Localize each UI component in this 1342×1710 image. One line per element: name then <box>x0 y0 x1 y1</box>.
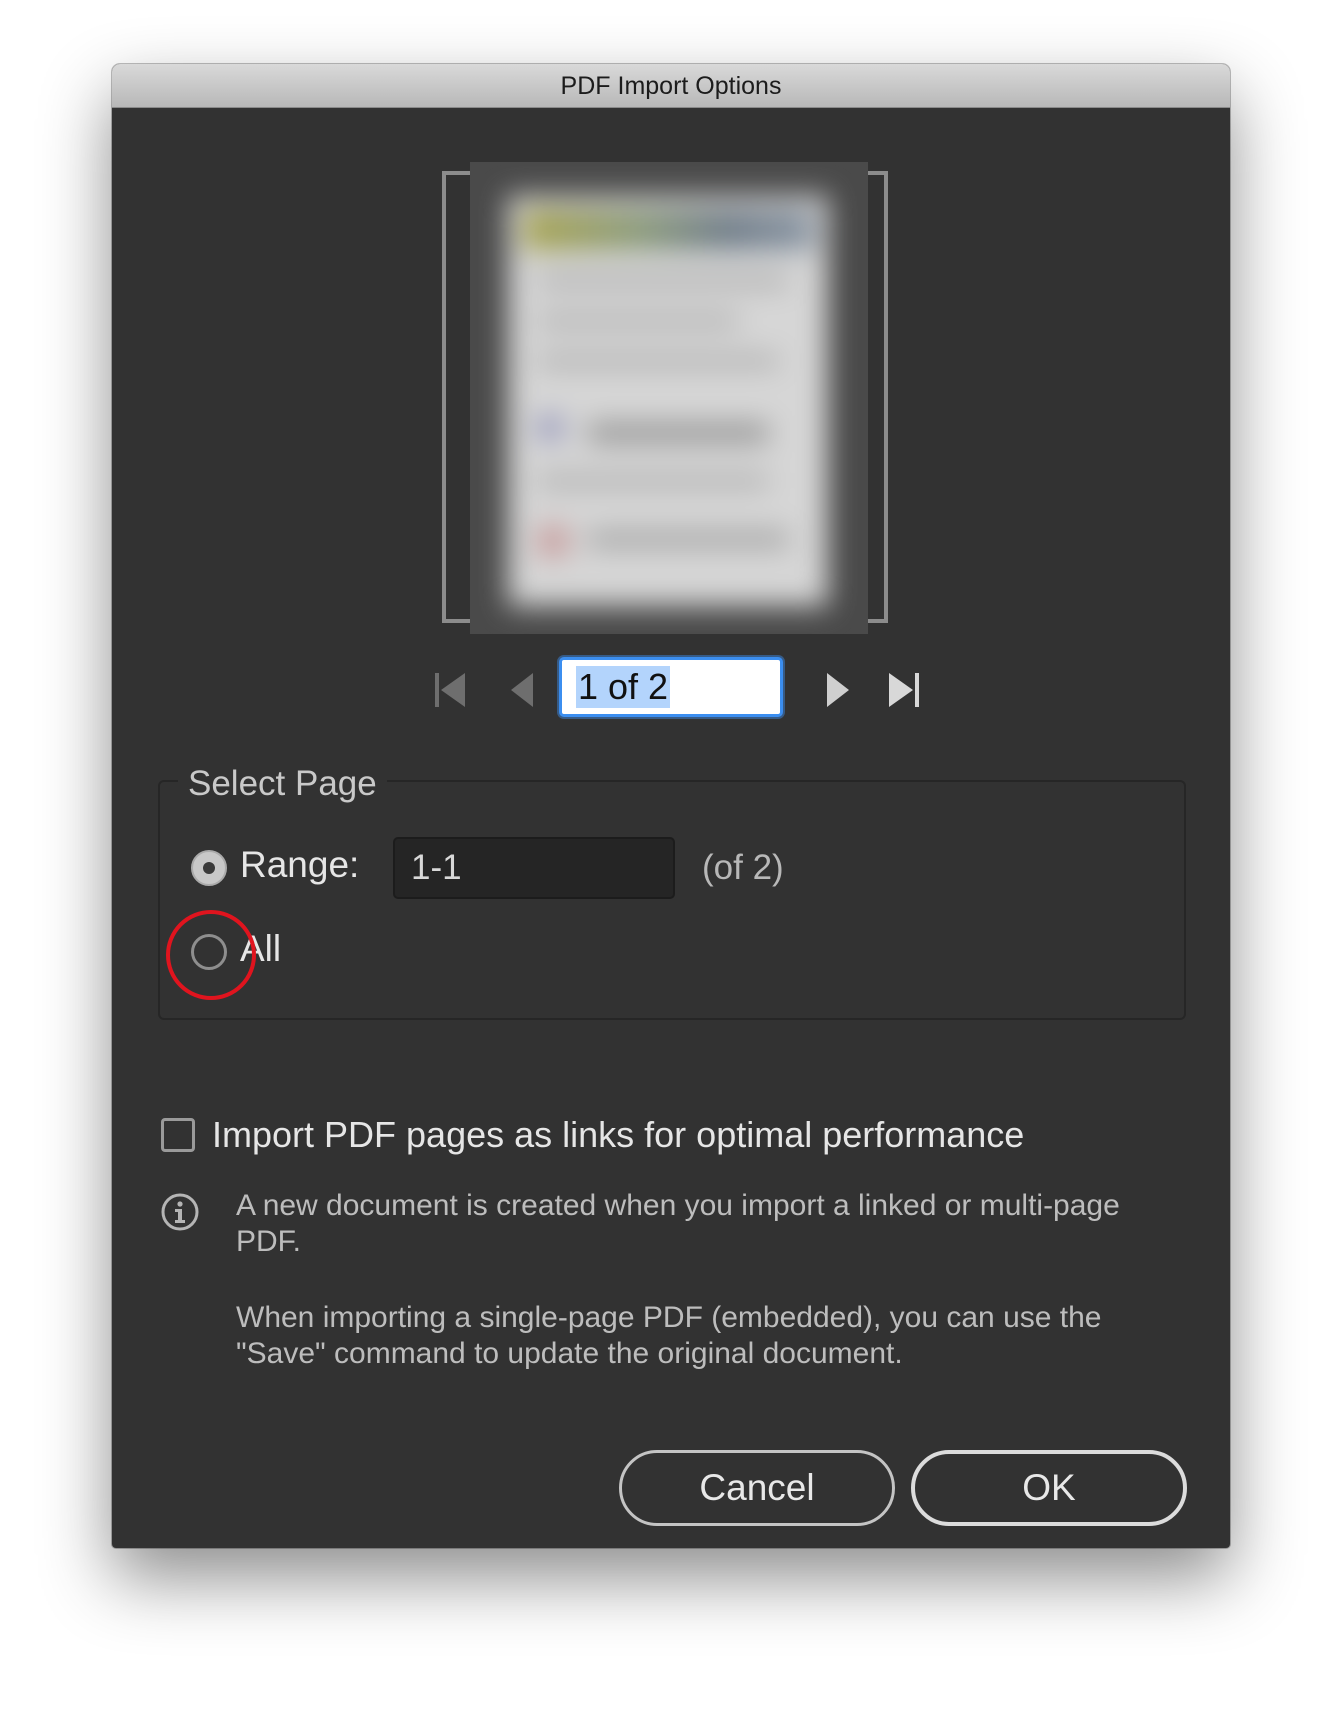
import-as-links-label: Import PDF pages as links for optimal pe… <box>212 1114 1025 1155</box>
cancel-button[interactable]: Cancel <box>619 1450 895 1526</box>
select-page-title: Select Page <box>178 764 387 804</box>
page-preview <box>470 162 868 634</box>
next-page-icon[interactable] <box>818 668 858 712</box>
info-text-multipage: A new document is created when you impor… <box>236 1189 1120 1258</box>
pdf-import-dialog: PDF Import Options 1 of 2 Select Page Ra… <box>112 64 1230 1548</box>
page-thumbnail <box>508 196 828 606</box>
range-radio[interactable] <box>191 850 227 886</box>
previous-page-icon[interactable] <box>502 668 542 712</box>
page-number-field[interactable]: 1 of 2 <box>559 657 783 717</box>
all-radio[interactable] <box>191 934 227 970</box>
range-label: Range: <box>240 844 360 885</box>
range-total: (of 2) <box>702 848 784 887</box>
dialog-title: PDF Import Options <box>112 64 1230 108</box>
all-label: All <box>240 928 282 969</box>
skip-to-last-icon[interactable] <box>884 668 924 712</box>
ok-button[interactable]: OK <box>911 1450 1187 1526</box>
skip-to-first-icon[interactable] <box>430 668 470 712</box>
info-text-save: When importing a single-page PDF (embedd… <box>236 1301 1102 1370</box>
info-icon <box>160 1192 200 1232</box>
range-value: 1-1 <box>411 848 462 887</box>
select-page-group <box>158 780 1186 1020</box>
page-number-value: 1 of 2 <box>576 666 671 708</box>
range-field[interactable]: 1-1 <box>393 837 675 899</box>
import-as-links-checkbox[interactable] <box>161 1118 195 1152</box>
